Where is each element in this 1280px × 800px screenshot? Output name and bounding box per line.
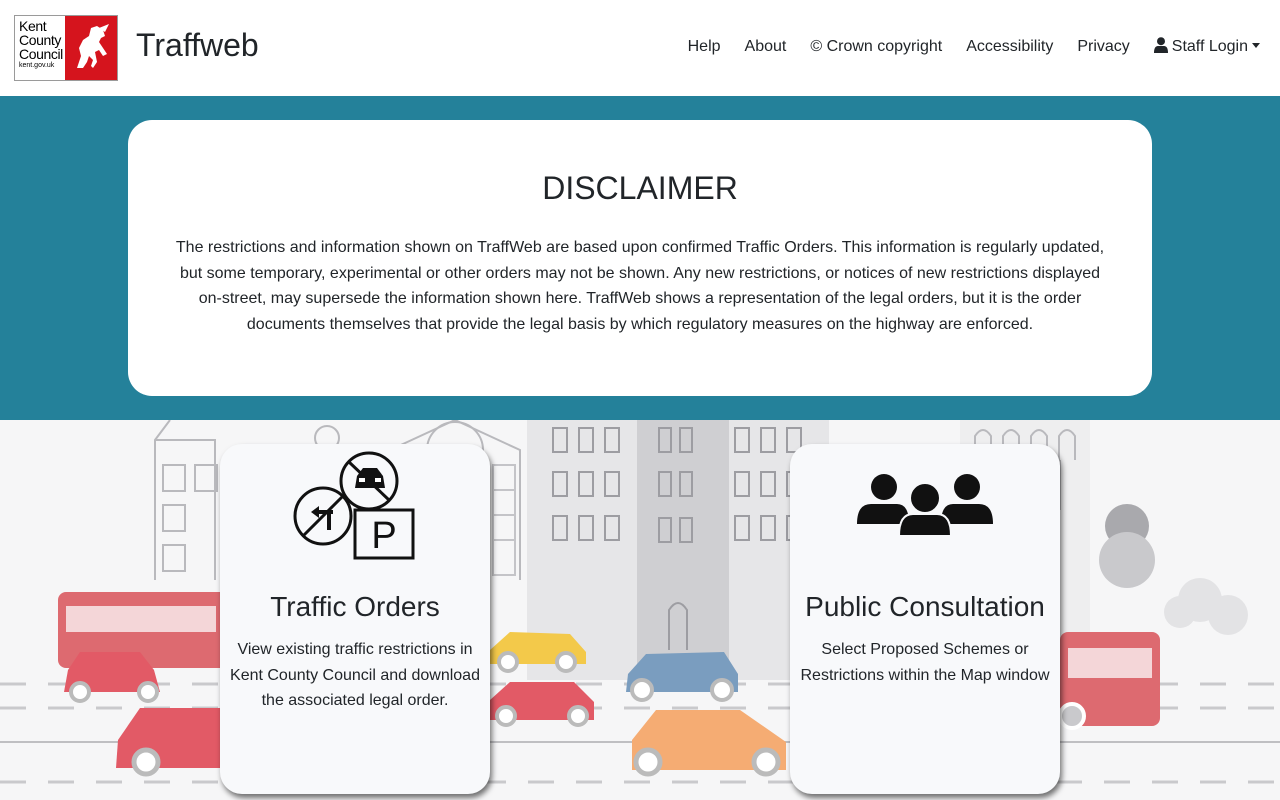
nav-privacy[interactable]: Privacy: [1077, 36, 1129, 58]
public-consultation-title: Public Consultation: [805, 591, 1045, 622]
disclaimer-panel: DISCLAIMER The restrictions and informat…: [128, 120, 1152, 396]
staff-login-label: Staff Login: [1171, 38, 1248, 55]
traffic-orders-title: Traffic Orders: [270, 591, 440, 622]
navbar: Kent County Council kent.gov.uk Traffweb…: [0, 0, 1280, 96]
traffic-orders-card[interactable]: P Traffic Orders View existing traffic r…: [220, 444, 490, 794]
disclaimer-band: DISCLAIMER The restrictions and informat…: [0, 96, 1280, 420]
nav-crown-copyright[interactable]: © Crown copyright: [810, 36, 942, 58]
kent-county-council-logo[interactable]: Kent County Council kent.gov.uk: [14, 15, 118, 81]
user-icon: [1153, 37, 1168, 53]
nav-accessibility[interactable]: Accessibility: [966, 36, 1053, 58]
logo-url: kent.gov.uk: [19, 62, 55, 69]
logo-word-council: Council: [19, 46, 63, 62]
logo-wordmark: Kent County Council kent.gov.uk: [15, 16, 65, 80]
nav-about[interactable]: About: [745, 36, 787, 58]
logo-word-kent: Kent: [19, 18, 47, 34]
svg-text:P: P: [371, 515, 396, 557]
staff-login-dropdown[interactable]: Staff Login: [1153, 36, 1260, 58]
white-horse-crest-icon: [64, 16, 117, 80]
disclaimer-title: DISCLAIMER: [542, 170, 738, 206]
nav-help[interactable]: Help: [688, 36, 721, 58]
logo-word-county: County: [19, 32, 61, 48]
public-consultation-description: Select Proposed Schemes or Restrictions …: [800, 641, 1050, 684]
street-scene-illustration: [0, 420, 1280, 800]
traffic-orders-icon: P: [220, 450, 490, 560]
chevron-down-icon: [1252, 43, 1260, 48]
traffic-orders-description: View existing traffic restrictions in Ke…: [230, 641, 480, 710]
users-icon: [790, 474, 1060, 536]
site-title[interactable]: Traffweb: [136, 27, 259, 64]
nav-links: Help About © Crown copyright Accessibili…: [664, 36, 1260, 58]
disclaimer-text: The restrictions and information shown o…: [175, 239, 1105, 333]
public-consultation-card[interactable]: Public Consultation Select Proposed Sche…: [790, 444, 1060, 794]
street-scene-graphic: [0, 420, 1280, 784]
